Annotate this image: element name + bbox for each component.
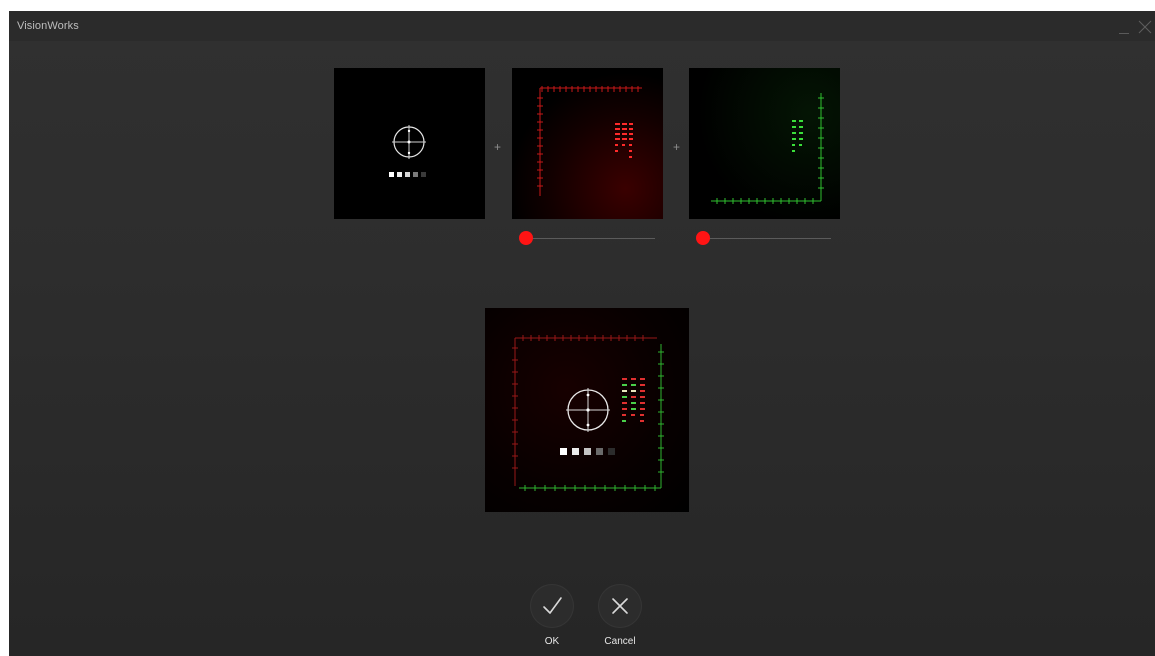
red-intensity-slider-track[interactable] [523, 238, 655, 239]
source-image-red-channel[interactable] [512, 68, 663, 219]
crosshair-target-icon [392, 125, 426, 159]
plus-operator-1: + [494, 140, 502, 154]
plus-operator-2: + [673, 140, 681, 154]
green-intensity-slider-thumb[interactable] [696, 231, 710, 245]
minimize-button[interactable] [1117, 19, 1133, 35]
cancel-label: Cancel [604, 636, 636, 647]
source-image-grayscale[interactable] [334, 68, 485, 219]
vision-works-window: VisionWorks + + OK Cancel [9, 11, 1155, 656]
close-button[interactable] [1137, 19, 1153, 35]
source-image-green-channel[interactable] [689, 68, 840, 219]
title-bar: VisionWorks [9, 11, 1155, 41]
ok-button[interactable] [530, 584, 574, 628]
ok-label: OK [544, 636, 560, 647]
checkmark-icon [543, 597, 562, 614]
green-intensity-slider-track[interactable] [700, 238, 831, 239]
close-x-icon [612, 598, 628, 614]
composite-gray-squares [560, 448, 615, 455]
cancel-button[interactable] [598, 584, 642, 628]
red-intensity-slider-thumb[interactable] [519, 231, 533, 245]
close-icon [1138, 20, 1152, 34]
composite-crosshair [566, 388, 610, 432]
gray-scale-squares [389, 172, 426, 177]
composite-result-image[interactable] [485, 308, 689, 512]
window-title: VisionWorks [17, 20, 79, 32]
